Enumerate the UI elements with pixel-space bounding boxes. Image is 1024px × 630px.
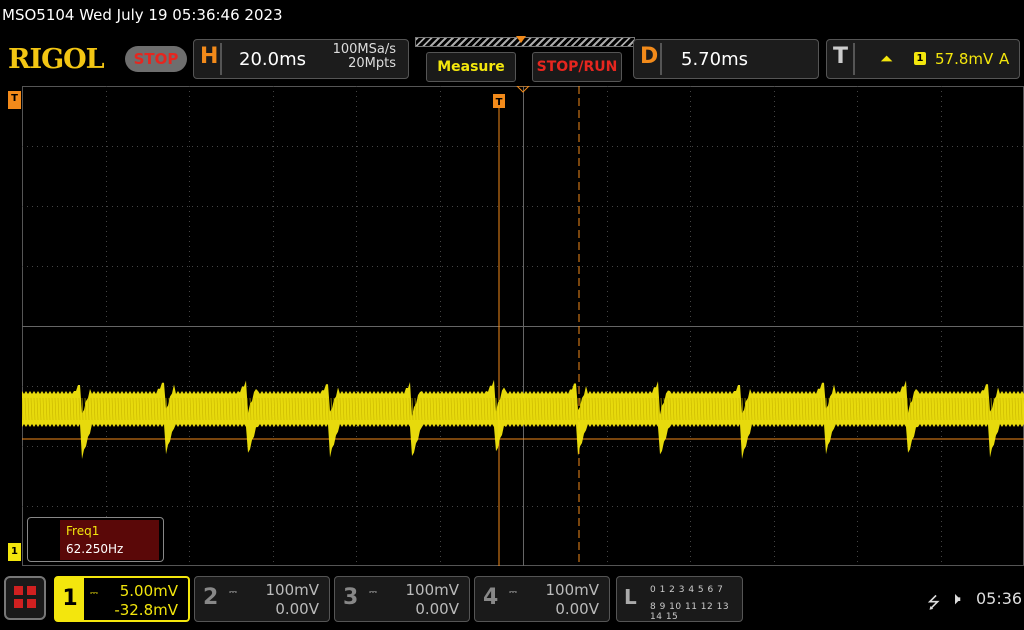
- status-line: MSO5104 Wed July 19 05:36:46 2023: [0, 0, 1024, 32]
- channel-bar: 1 ⎓ 5.00mV -32.8mV 2 ⎓ 100mV 0.00V 3 ⎓ 1…: [0, 570, 1024, 630]
- timebase-value: 20.0ms: [239, 49, 306, 70]
- channel-1-box[interactable]: 1 ⎓ 5.00mV -32.8mV: [54, 576, 190, 622]
- trigger-level: 57.8mV: [935, 50, 994, 68]
- system-clock: 05:36: [976, 589, 1023, 608]
- channel-offset: 0.00V: [275, 600, 319, 618]
- channel-2-box[interactable]: 2 ⎓ 100mV 0.00V: [194, 576, 330, 622]
- main-menu-icon[interactable]: [4, 576, 46, 620]
- ch1-offset-marker[interactable]: 1: [8, 543, 21, 561]
- measurement-value: 62.250Hz: [66, 542, 124, 556]
- mute-icon[interactable]: 🕨: [950, 589, 961, 609]
- channel-number: 4: [483, 585, 499, 610]
- trigger-mode: A: [999, 50, 1010, 68]
- delay-letter: D: [640, 44, 659, 69]
- trigger-time-tag-label: T: [496, 97, 503, 108]
- horizontal-letter: H: [200, 44, 219, 69]
- dc-coupling-icon: ⎓: [369, 587, 377, 598]
- channel-scale: 100mV: [405, 581, 459, 599]
- divider: [220, 43, 222, 75]
- measure-button[interactable]: Measure: [426, 52, 516, 82]
- dc-coupling-icon: ⎓: [509, 587, 517, 598]
- channel-scale: 100mV: [265, 581, 319, 599]
- stop-run-button[interactable]: STOP/RUN: [532, 52, 622, 82]
- divider: [660, 43, 662, 75]
- logic-channels-low: 0 1 2 3 4 5 6 7: [650, 585, 724, 595]
- channel-offset: 0.00V: [415, 600, 459, 618]
- channel-offset: 0.00V: [555, 600, 599, 618]
- channel-scale: 100mV: [545, 581, 599, 599]
- trigger-level-marker[interactable]: T: [8, 91, 21, 109]
- measurement-result[interactable]: Freq1 62.250Hz: [27, 517, 164, 562]
- channel-3-box[interactable]: 3 ⎓ 100mV 0.00V: [334, 576, 470, 622]
- trigger-position-strip[interactable]: [415, 36, 635, 47]
- dc-coupling-icon: ⎓: [229, 587, 237, 598]
- dc-coupling-icon: ⎓: [90, 588, 98, 599]
- measurement-label: Freq1: [66, 524, 100, 538]
- trigger-source-badge: 1: [914, 52, 926, 65]
- channel-number: 2: [203, 585, 219, 610]
- header-bar: RIGOL STOP H 20.0ms 100MSa/s 20Mpts Meas…: [0, 34, 1024, 84]
- logic-analyzer-box[interactable]: L 0 1 2 3 4 5 6 7 8 9 10 11 12 13 14 15: [616, 576, 743, 622]
- waveform-grid: T: [22, 86, 1024, 566]
- delay-value: 5.70ms: [681, 49, 748, 70]
- sample-rate: 100MSa/s: [332, 42, 396, 57]
- trigger-panel[interactable]: T ⏶ 1 57.8mV A: [826, 39, 1020, 79]
- trigger-letter: T: [833, 44, 849, 69]
- logic-channels-high: 8 9 10 11 12 13 14 15: [650, 602, 730, 622]
- instrument-info: MSO5104 Wed July 19 05:36:46 2023: [2, 6, 283, 24]
- usb-icon: ⭍: [927, 593, 941, 612]
- measurement-highlight: Freq1 62.250Hz: [60, 520, 159, 560]
- delay-panel[interactable]: D 5.70ms: [633, 39, 819, 79]
- rising-edge-icon: ⏶: [880, 49, 893, 68]
- channel-offset: -32.8mV: [114, 601, 178, 619]
- waveform-display[interactable]: T: [22, 86, 1024, 566]
- channel-scale: 5.00mV: [119, 582, 178, 600]
- logic-letter: L: [624, 585, 637, 609]
- sample-info: 100MSa/s 20Mpts: [333, 43, 396, 71]
- run-state-indicator[interactable]: STOP: [125, 46, 187, 72]
- channel-4-box[interactable]: 4 ⎓ 100mV 0.00V: [474, 576, 610, 622]
- divider: [853, 43, 855, 75]
- horizontal-panel[interactable]: H 20.0ms 100MSa/s 20Mpts: [193, 39, 409, 79]
- channel-number: 3: [343, 585, 359, 610]
- rigol-logo: RIGOL: [8, 44, 105, 75]
- trigger-position-marker: [516, 36, 526, 43]
- memory-depth: 20Mpts: [348, 56, 396, 71]
- channel-number: 1: [56, 578, 84, 620]
